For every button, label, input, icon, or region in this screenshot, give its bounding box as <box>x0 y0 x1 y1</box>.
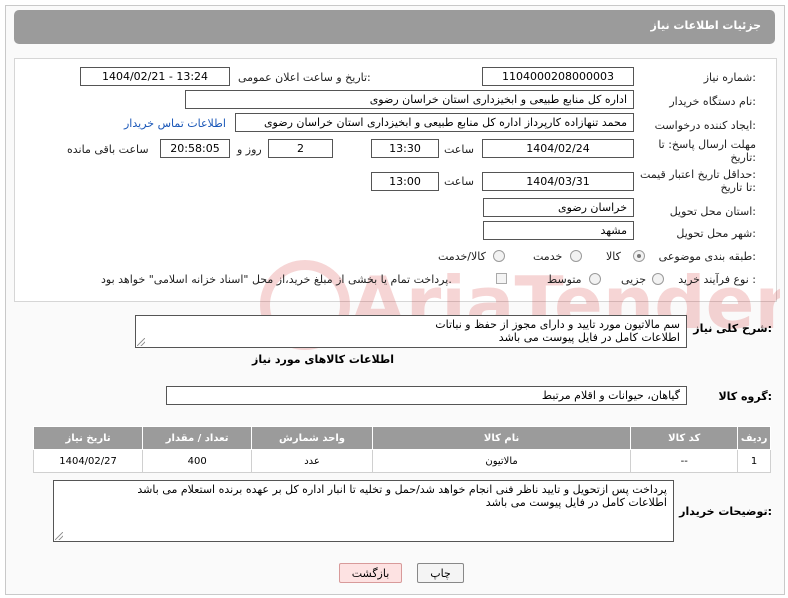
process-radio-medium[interactable] <box>589 273 601 285</box>
buyer-notes-label: توضیحات خریدار: <box>679 505 772 518</box>
description-line-2: اطلاعات کامل در فایل پیوست می باشد <box>498 331 680 344</box>
cell-qty: 400 <box>142 449 253 473</box>
remaining-label: ساعت باقی مانده <box>67 143 149 156</box>
validity-label-2: تا تاریخ: <box>720 181 756 194</box>
table-row: 1 -- مالاتیون عدد 400 1404/02/27 <box>32 449 771 473</box>
buyer-notes-line-2: اطلاعات کامل در فایل پیوست می باشد <box>485 496 667 509</box>
col-qty: تعداد / مقدار <box>142 426 253 450</box>
creator-field: محمد تنهازاده کارپرداز اداره کل منابع طب… <box>235 113 634 132</box>
validity-label-1: حداقل تاریخ اعتبار قیمت: <box>640 168 756 181</box>
category-label: طبقه بندی موضوعی: <box>658 250 756 263</box>
page-header: جزئیات اطلاعات نیاز <box>14 10 775 44</box>
resize-grip-icon[interactable] <box>137 338 145 346</box>
deadline-time-label: ساعت <box>444 143 474 156</box>
deadline-label-2: تاریخ: <box>730 151 756 164</box>
city-label: شهر محل تحویل: <box>676 227 756 240</box>
col-unit: واحد شمارش <box>251 426 373 450</box>
creator-label: ایجاد کننده درخواست: <box>654 119 756 132</box>
announce-label: تاریخ و ساعت اعلان عمومی: <box>238 71 371 84</box>
col-code: کد کالا <box>630 426 739 450</box>
col-row: ردیف <box>737 426 771 450</box>
print-button[interactable]: چاپ <box>417 563 464 583</box>
category-radio-goods-service[interactable] <box>493 250 505 262</box>
process-option-minor: جزیی <box>621 273 647 286</box>
validity-date-field: 1404/03/31 <box>482 172 634 191</box>
goods-table-header: ردیف کد کالا نام کالا واحد شمارش تعداد /… <box>32 426 771 450</box>
buyer-org-field: اداره کل منابع طبیعی و ابخیزداری استان خ… <box>185 90 634 109</box>
back-button[interactable]: بازگشت <box>339 563 402 583</box>
cell-date: 1404/02/27 <box>32 449 144 473</box>
col-date: تاریخ نیاز <box>32 426 144 450</box>
col-name: نام کالا <box>371 426 632 450</box>
announce-field: 1404/02/21 - 13:24 <box>80 67 230 86</box>
page-title: جزئیات اطلاعات نیاز <box>650 19 762 32</box>
deadline-date-field: 1404/02/24 <box>482 139 634 158</box>
description-label: شرح کلی نیاز: <box>693 322 772 335</box>
need-number-label: شماره نیاز: <box>703 71 756 84</box>
description-line-1: سم مالاتیون مورد تایید و دارای مجوز از ح… <box>435 318 680 331</box>
province-field: خراسان رضوی <box>483 198 634 217</box>
buyer-notes-line-1: پرداخت پس ازتحویل و تایید ناظر فنی انجام… <box>137 483 667 496</box>
cell-code: -- <box>630 449 739 473</box>
process-label: نوع فرآیند خرید : <box>678 273 756 286</box>
category-option-goods: کالا <box>606 250 621 263</box>
validity-time-label: ساعت <box>444 175 474 188</box>
remaining-time-field: 20:58:05 <box>160 139 230 158</box>
city-field: مشهد <box>483 221 634 240</box>
description-textarea[interactable]: سم مالاتیون مورد تایید و دارای مجوز از ح… <box>135 315 687 348</box>
cell-name: مالاتیون <box>371 449 632 473</box>
days-field: 2 <box>268 139 333 158</box>
validity-time-field: 13:00 <box>371 172 439 191</box>
buyer-notes-textarea[interactable]: پرداخت پس ازتحویل و تایید ناظر فنی انجام… <box>53 480 674 542</box>
deadline-time-field: 13:30 <box>371 139 439 158</box>
process-radio-minor[interactable] <box>652 273 664 285</box>
deadline-label-1: مهلت ارسال پاسخ: تا <box>658 138 756 151</box>
goods-table: ردیف کد کالا نام کالا واحد شمارش تعداد /… <box>32 426 771 473</box>
resize-grip-icon[interactable] <box>55 532 63 540</box>
buyer-org-label: نام دستگاه خریدار: <box>669 95 756 108</box>
treasury-payment-checkbox[interactable] <box>496 273 507 284</box>
cell-row: 1 <box>737 449 771 473</box>
goods-group-field: گیاهان، حیوانات و اقلام مرتبط <box>166 386 687 405</box>
category-radio-goods[interactable] <box>633 250 645 262</box>
category-option-goods-service: کالا/خدمت <box>438 250 486 263</box>
goods-group-label: گروه کالا: <box>718 390 772 403</box>
province-label: استان محل تحویل: <box>669 205 756 218</box>
days-label: روز و <box>237 143 262 156</box>
category-radio-service[interactable] <box>570 250 582 262</box>
buyer-contact-link[interactable]: اطلاعات تماس خریدار <box>124 117 226 130</box>
need-number-field: 1104000208000003 <box>482 67 634 86</box>
treasury-payment-note: پرداخت تمام یا بخشی از مبلغ خرید،از محل … <box>101 273 452 286</box>
cell-unit: عدد <box>251 449 373 473</box>
process-option-medium: متوسط <box>547 273 582 286</box>
goods-section-title: اطلاعات کالاهای مورد نیاز <box>252 353 394 366</box>
category-option-service: خدمت <box>533 250 563 263</box>
